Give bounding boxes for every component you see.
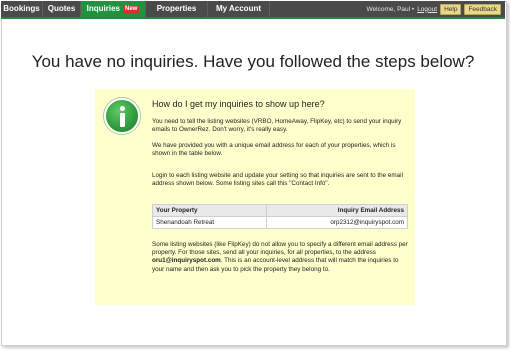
page-headline: You have no inquiries. Have you followed… [31,52,475,71]
info-heading: How do I get my inquiries to show up her… [152,99,325,109]
table-header-row: Your Property Inquiry Email Address [152,204,409,217]
tab-my-account-label: My Account [215,4,262,13]
help-info-box: How do I get my inquiries to show up her… [95,89,415,305]
feedback-button[interactable]: Feedback [464,3,501,15]
tab-bookings-label: Bookings [3,4,40,13]
info-paragraph-1: You need to tell the listing websites (V… [152,118,402,134]
new-badge: New [123,6,140,13]
info-paragraph-4: Some listing websites (like FlipKey) do … [152,241,410,274]
tab-my-account[interactable]: My Account [208,1,270,17]
tab-inquiries-label: Inquiries [86,4,120,13]
table-header-property: Your Property [152,204,267,217]
property-email-table: Your Property Inquiry Email Address Shen… [152,204,409,229]
info-paragraph-2: We have provided you with a unique email… [152,142,396,158]
help-button[interactable]: Help [440,3,462,15]
info-icon-dot [120,106,125,111]
info-icon [104,98,140,134]
tab-properties[interactable]: Properties [146,1,208,17]
info-paragraph-4-start: Some listing websites (like FlipKey) do … [152,241,408,257]
account-email-address: oru1@inquiryspot.com [152,257,221,265]
tab-quotes-label: Quotes [47,4,76,13]
table-row: Shenandoah Retreat orp2312@inquiryspot.c… [152,216,409,229]
logout-link[interactable]: Logout [417,6,437,13]
info-icon-bar [120,113,125,127]
welcome-text: Welcome, Paul • [366,5,415,13]
table-header-email: Inquiry Email Address [265,204,409,217]
inquiry-email-cell: orp2312@inquiryspot.com [265,216,409,229]
tab-bookings[interactable]: Bookings [1,1,43,17]
tab-quotes[interactable]: Quotes [43,1,81,17]
nav-user-area: Welcome, Paul • Logout Help Feedback [366,1,501,17]
property-name-cell: Shenandoah Retreat [152,216,267,229]
info-paragraph-3: Login to each listing website and update… [152,172,403,188]
tab-inquiries[interactable]: Inquiries New [81,1,146,17]
nav-tabs: Bookings Quotes Inquiries New Properties … [1,1,270,17]
top-navigation-bar: Bookings Quotes Inquiries New Properties … [1,1,505,19]
tab-properties-label: Properties [156,4,197,13]
